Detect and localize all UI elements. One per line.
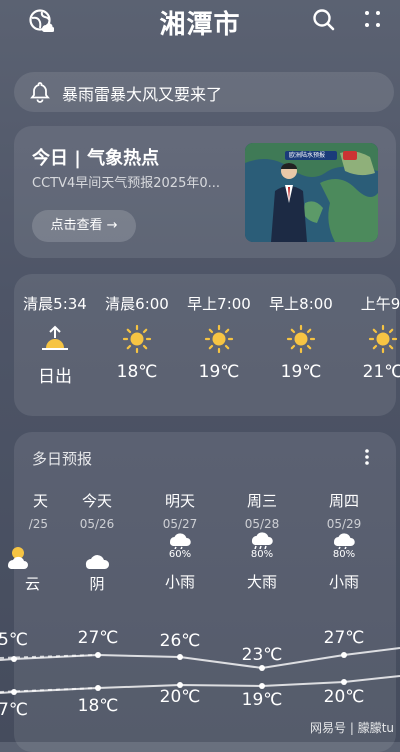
sun-icon	[102, 324, 172, 356]
low-temp-point	[11, 689, 17, 695]
high-temp-label: 26℃	[159, 631, 201, 651]
hourly-time: 上午9:	[360, 295, 400, 313]
day-column[interactable]: 今天 05/26 阴	[62, 490, 132, 594]
hourly-value: 19℃	[198, 362, 240, 382]
hourly-time: 清晨5:34	[23, 295, 87, 313]
sun-icon	[348, 324, 400, 356]
low-temp-label: 20℃	[159, 687, 201, 707]
more-menu-icon[interactable]	[362, 8, 388, 34]
day-column[interactable]: 周四 05/29 80% 小雨	[309, 490, 379, 592]
day-column[interactable]: 明天 05/27 60% 小雨	[145, 490, 215, 592]
view-now-button[interactable]: 点击查看 →	[32, 210, 136, 242]
high-temp-label: 27℃	[323, 628, 365, 648]
daily-more-icon[interactable]	[364, 448, 370, 470]
hourly-time: 清晨6:00	[105, 295, 169, 313]
city-title[interactable]: 湘潭市	[0, 4, 400, 41]
hourly-item: 清晨6:00 18℃	[102, 293, 172, 382]
day-name: 明天	[164, 492, 195, 510]
hot-subtitle: CCTV4早间天气预报2025年0...	[32, 176, 221, 191]
precip-chance: 80%	[332, 549, 356, 560]
heavy-rain-icon	[227, 529, 297, 550]
hourly-value: 21℃	[362, 362, 400, 382]
low-temp-label: 19℃	[241, 690, 283, 710]
forecast-video-thumbnail[interactable]: 欧洲陆水预报	[245, 143, 378, 242]
high-temp-point	[341, 652, 347, 658]
day-name: 今天	[81, 492, 112, 510]
high-temp-curve	[0, 647, 400, 670]
high-temp-point	[259, 665, 265, 671]
high-temp-point	[11, 656, 17, 662]
hot-title: 今日 | 气象热点	[32, 148, 160, 169]
thumb-caption: 欧洲陆水预报	[289, 152, 326, 159]
hourly-value: 19℃	[280, 362, 322, 382]
high-temp-point	[95, 652, 101, 658]
day-condition: 阴	[89, 575, 105, 593]
day-date: 05/26	[79, 517, 115, 531]
partly-cloudy-icon	[0, 543, 52, 573]
low-temp-point	[95, 685, 101, 691]
low-temp-point	[259, 683, 265, 689]
search-icon[interactable]	[312, 8, 338, 34]
hourly-item: 早上8:00 19℃	[266, 293, 336, 382]
hourly-item: 上午9: 21℃	[348, 293, 400, 382]
day-column[interactable]: 周三 05/28 80% 大雨	[227, 490, 297, 592]
cloud-icon	[62, 543, 132, 573]
rain-icon	[145, 529, 215, 550]
rain-icon	[309, 529, 379, 550]
day-condition: 大雨	[246, 573, 277, 591]
low-temp-label: 7℃	[0, 700, 28, 720]
day-name: 周四	[328, 492, 359, 510]
bell-icon	[30, 81, 50, 107]
day-column[interactable]: 天 /25 云	[0, 490, 52, 594]
low-temp-label: 20℃	[323, 687, 365, 707]
day-date: /25	[28, 517, 48, 531]
day-name: 天	[32, 492, 48, 510]
high-temp-label: 5℃	[0, 630, 28, 650]
high-temp-label: 27℃	[77, 628, 119, 648]
sunrise-icon	[20, 324, 90, 356]
sun-icon	[266, 324, 336, 356]
high-temp-label: 23℃	[241, 645, 283, 665]
low-temp-label: 18℃	[77, 696, 119, 716]
sun-icon	[184, 324, 254, 356]
precip-chance: 80%	[250, 549, 274, 560]
high-temp-point	[177, 654, 183, 660]
precip-chance: 60%	[168, 549, 192, 560]
day-condition: 云	[24, 575, 40, 593]
alert-text: 暴雨雷暴大风又要来了	[62, 85, 223, 104]
hourly-value: 18℃	[116, 362, 158, 382]
hourly-time: 早上8:00	[269, 295, 333, 313]
precip-chance	[62, 531, 132, 543]
day-condition: 小雨	[328, 573, 359, 591]
hourly-time: 早上7:00	[187, 295, 251, 313]
day-condition: 小雨	[164, 573, 195, 591]
precip-chance	[0, 531, 52, 543]
hourly-value: 日出	[38, 367, 72, 387]
hourly-item: 清晨5:34 日出	[20, 293, 90, 387]
day-name: 周三	[246, 492, 277, 510]
daily-forecast-title: 多日预报	[32, 450, 93, 468]
watermark: 网易号 | 朦朦tu	[310, 721, 394, 735]
weather-alert-bar[interactable]: 暴雨雷暴大风又要来了	[14, 72, 394, 112]
hourly-item: 早上7:00 19℃	[184, 293, 254, 382]
low-temp-point	[341, 679, 347, 685]
